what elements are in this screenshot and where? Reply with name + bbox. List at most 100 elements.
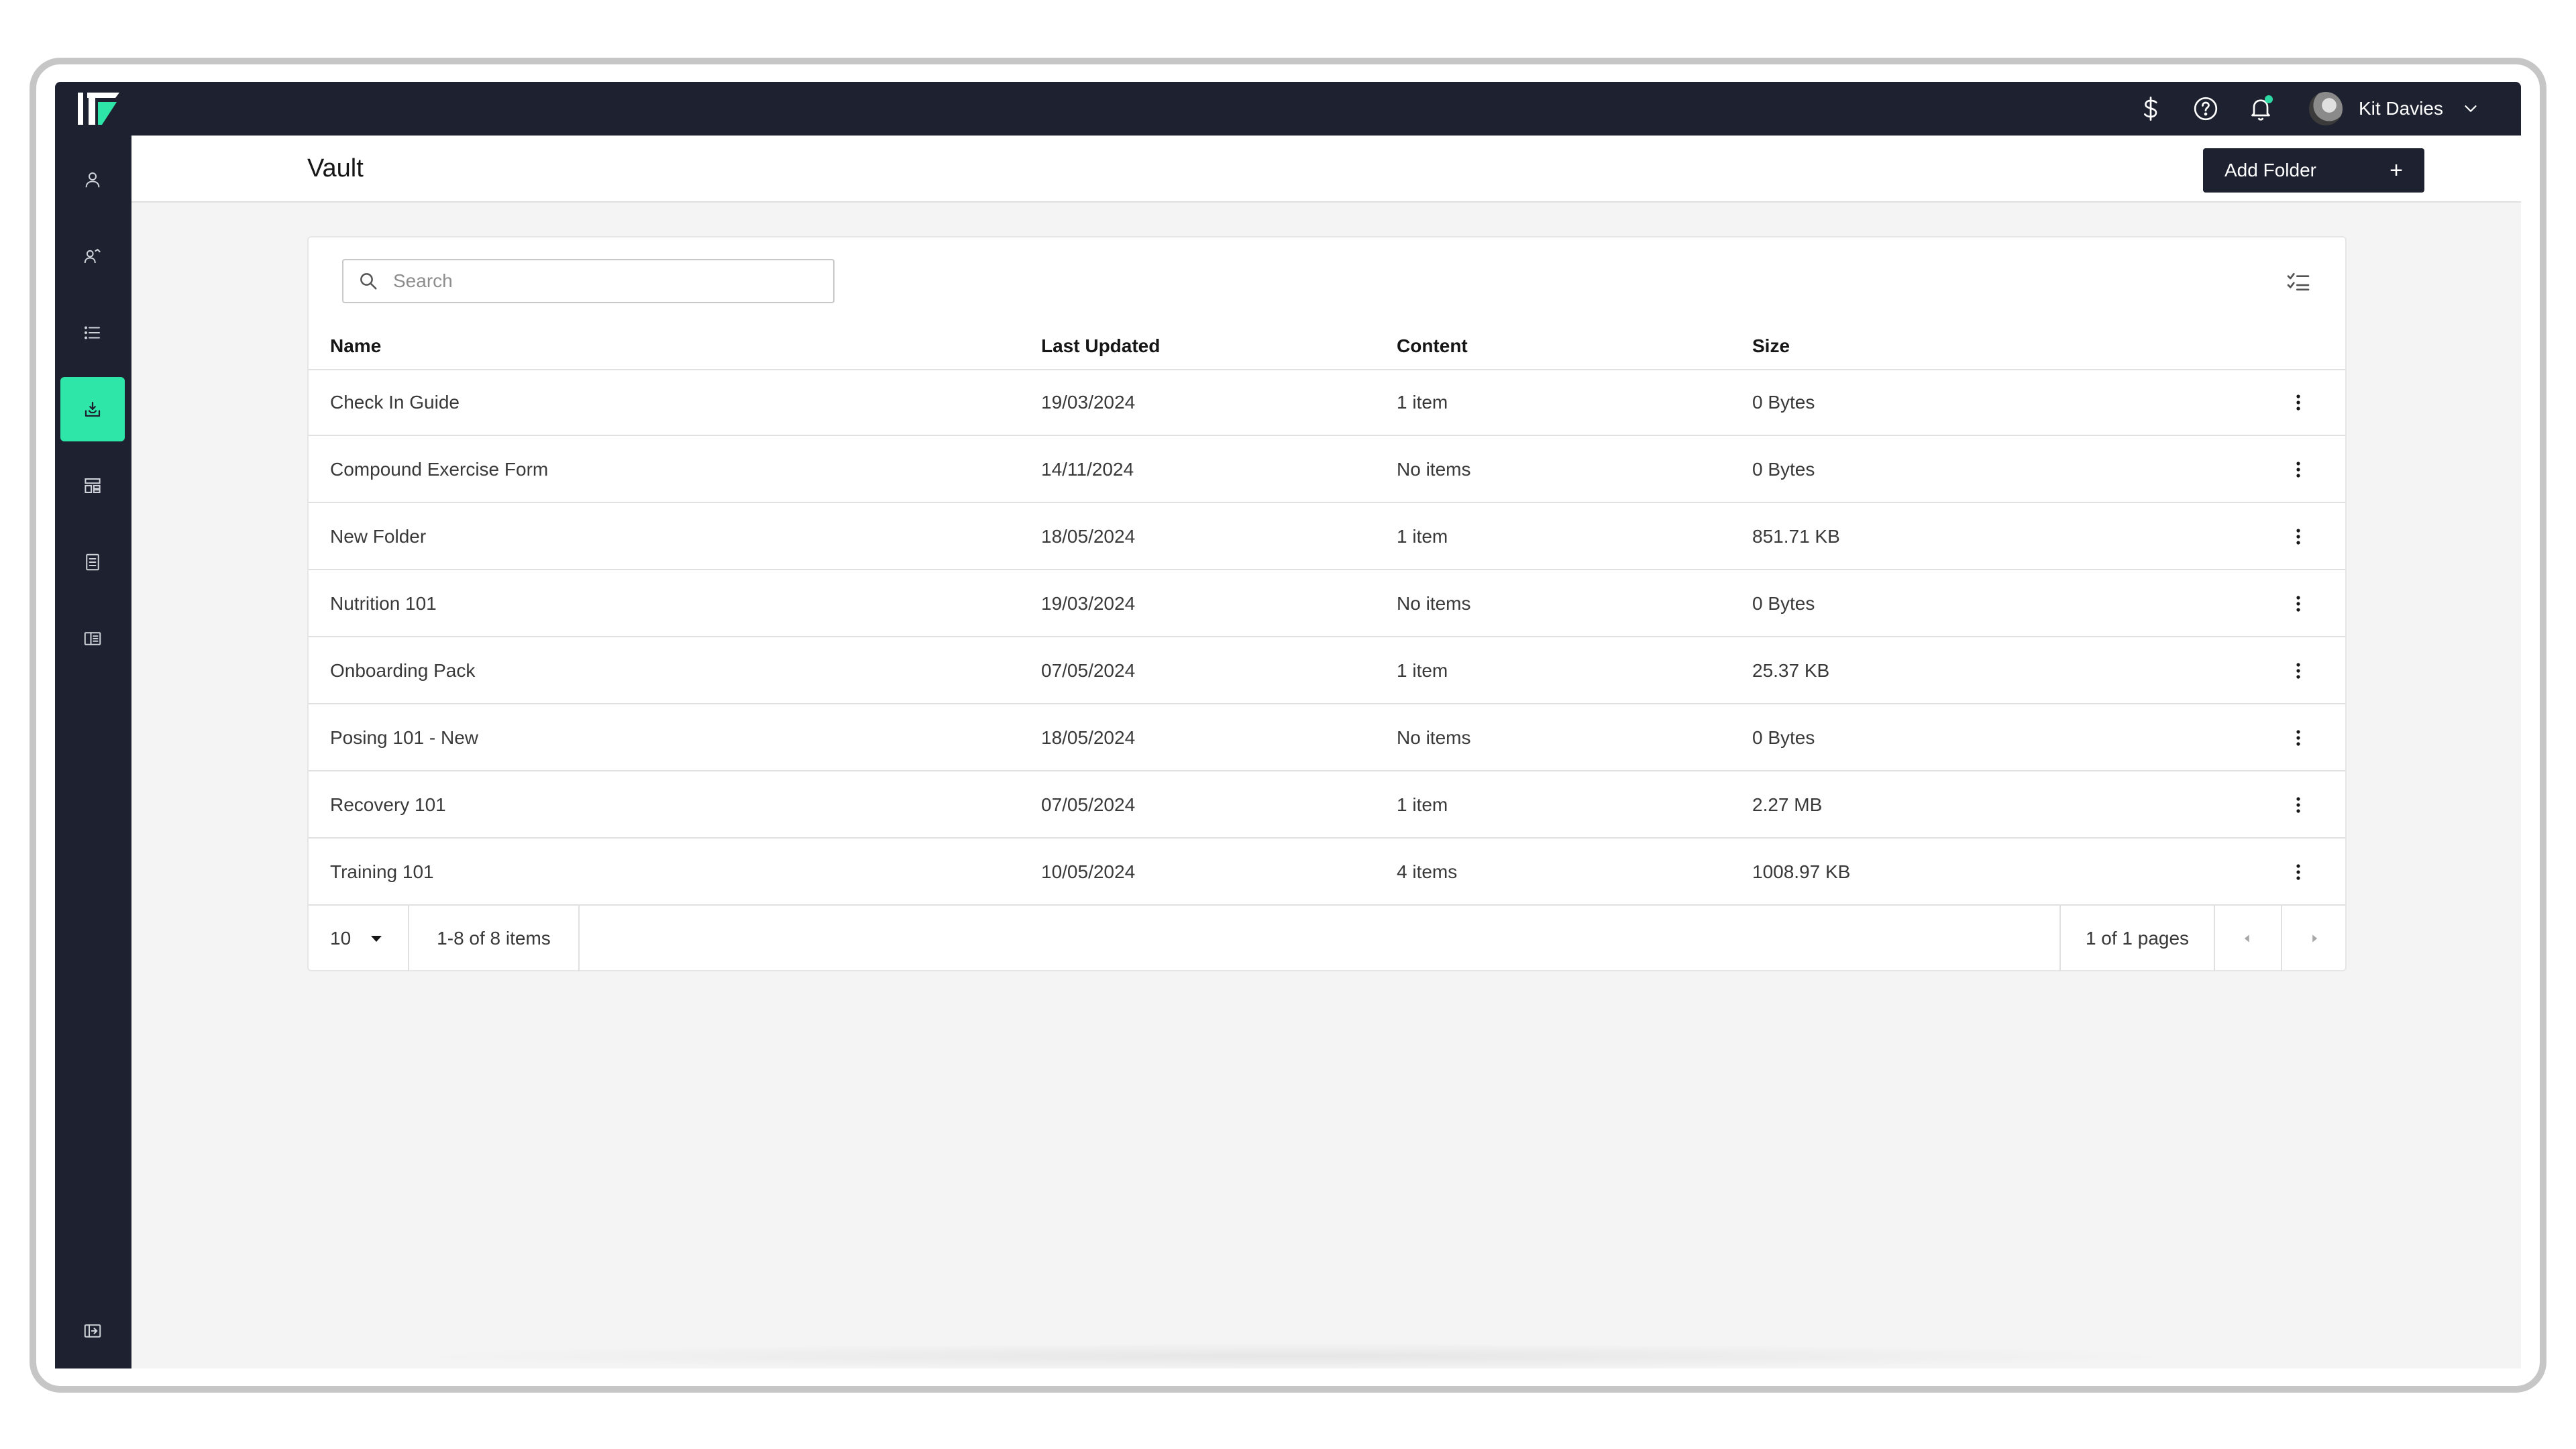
sidebar-item-library[interactable] bbox=[60, 606, 125, 671]
sidebar-item-documents[interactable] bbox=[60, 530, 125, 594]
previous-page-button[interactable] bbox=[2214, 906, 2279, 971]
page-size-select[interactable]: 10 bbox=[309, 906, 409, 971]
list-icon bbox=[85, 326, 100, 339]
last-updated: 07/05/2024 bbox=[1041, 660, 1136, 681]
row-overflow-menu-button[interactable] bbox=[2285, 456, 2312, 483]
caret-down-icon bbox=[371, 935, 382, 942]
columns-icon bbox=[84, 632, 101, 645]
overflow-menu-icon bbox=[2296, 864, 2300, 880]
folder-name: Posing 101 - New bbox=[330, 727, 479, 748]
app-logo[interactable] bbox=[75, 89, 122, 129]
page-header: Vault Add Folder + bbox=[131, 136, 2521, 203]
content-count: 1 item bbox=[1397, 794, 1448, 815]
table-row[interactable]: Onboarding Pack 07/05/2024 1 item 25.37 KB bbox=[309, 639, 2345, 704]
content-count: No items bbox=[1397, 593, 1471, 614]
content-count: 1 item bbox=[1397, 526, 1448, 547]
content-count: No items bbox=[1397, 727, 1471, 748]
user-menu[interactable]: Kit Davies bbox=[2308, 92, 2481, 125]
table-row[interactable]: Training 101 10/05/2024 4 items 1008.97 KB bbox=[309, 840, 2345, 906]
row-overflow-menu-button[interactable] bbox=[2285, 590, 2312, 617]
table-row[interactable]: Posing 101 - New 18/05/2024 No items 0 Byte… bbox=[309, 706, 2345, 771]
content-count: 1 item bbox=[1397, 660, 1448, 681]
row-overflow-menu-button[interactable] bbox=[2285, 859, 2312, 885]
table-row[interactable]: Check In Guide 19/03/2024 1 item 0 Bytes bbox=[309, 370, 2345, 436]
column-header-last-updated[interactable]: Last Updated bbox=[1041, 335, 1160, 357]
clients-icon bbox=[84, 248, 101, 264]
item-range: 1-8 of 8 items bbox=[409, 906, 580, 971]
collapse-icon bbox=[84, 1324, 101, 1338]
document-icon bbox=[86, 553, 99, 571]
row-overflow-menu-button[interactable] bbox=[2285, 389, 2312, 416]
top-bar-actions: Kit Davies bbox=[2112, 82, 2481, 136]
folder-name: Onboarding Pack bbox=[330, 660, 476, 681]
sidebar-item-dashboard[interactable] bbox=[60, 453, 125, 518]
sidebar-item-profile[interactable] bbox=[60, 148, 125, 212]
table-row[interactable]: Recovery 101 07/05/2024 1 item 2.27 MB bbox=[309, 773, 2345, 839]
folder-size: 25.37 KB bbox=[1752, 660, 1830, 681]
column-header-size[interactable]: Size bbox=[1752, 335, 1790, 357]
folder-size: 2.27 MB bbox=[1752, 794, 1823, 815]
notification-dot bbox=[2264, 95, 2273, 103]
folder-name: Check In Guide bbox=[330, 392, 460, 413]
vault-table-card: Name Last Updated Content Size Check In … bbox=[307, 236, 2347, 971]
page-title: Vault bbox=[307, 154, 364, 182]
plus-icon: + bbox=[2390, 158, 2403, 183]
dollar-icon[interactable] bbox=[2135, 93, 2167, 125]
dashboard-icon bbox=[85, 478, 101, 493]
help-icon[interactable] bbox=[2190, 93, 2222, 125]
table-row[interactable]: New Folder 18/05/2024 1 item 851.71 KB bbox=[309, 504, 2345, 570]
page-size-value: 10 bbox=[330, 928, 352, 949]
folder-name: Nutrition 101 bbox=[330, 593, 437, 614]
user-icon bbox=[85, 172, 100, 188]
pagination: 10 1-8 of 8 items 1 of 1 pages bbox=[309, 906, 2345, 971]
caret-right-icon bbox=[2312, 934, 2318, 943]
sidebar-item-list[interactable] bbox=[60, 301, 125, 365]
column-settings-icon[interactable] bbox=[2285, 268, 2312, 295]
caret-left-icon bbox=[2244, 934, 2249, 943]
add-folder-button[interactable]: Add Folder + bbox=[2203, 148, 2424, 193]
next-page-button[interactable] bbox=[2281, 906, 2347, 971]
overflow-menu-icon bbox=[2296, 529, 2300, 545]
bell-icon[interactable] bbox=[2245, 93, 2277, 125]
overflow-menu-icon bbox=[2296, 797, 2300, 813]
overflow-menu-icon bbox=[2296, 596, 2300, 612]
search-input[interactable] bbox=[393, 270, 796, 292]
chevron-down-icon bbox=[2465, 105, 2477, 112]
row-overflow-menu-button[interactable] bbox=[2285, 523, 2312, 550]
table-header: Name Last Updated Content Size bbox=[309, 323, 2345, 370]
avatar bbox=[2308, 92, 2343, 125]
overflow-menu-icon bbox=[2296, 462, 2300, 478]
folder-size: 0 Bytes bbox=[1752, 727, 1815, 748]
column-header-content[interactable]: Content bbox=[1397, 335, 1468, 357]
last-updated: 07/05/2024 bbox=[1041, 794, 1136, 815]
folder-size: 851.71 KB bbox=[1752, 526, 1840, 547]
sidebar-item-vault[interactable] bbox=[60, 377, 125, 441]
sidebar-collapse-button[interactable] bbox=[60, 1299, 125, 1363]
table-row[interactable]: Nutrition 101 19/03/2024 No items 0 Bytes bbox=[309, 572, 2345, 637]
page-count: 1 of 1 pages bbox=[2059, 906, 2214, 971]
row-overflow-menu-button[interactable] bbox=[2285, 657, 2312, 684]
last-updated: 14/11/2024 bbox=[1041, 459, 1134, 480]
column-header-name[interactable]: Name bbox=[330, 335, 381, 357]
content-count: No items bbox=[1397, 459, 1471, 480]
folder-size: 1008.97 KB bbox=[1752, 861, 1851, 882]
sidebar-item-clients[interactable] bbox=[60, 224, 125, 288]
vault-icon bbox=[85, 401, 101, 417]
last-updated: 19/03/2024 bbox=[1041, 392, 1136, 413]
folder-name: Training 101 bbox=[330, 861, 434, 882]
row-overflow-menu-button[interactable] bbox=[2285, 724, 2312, 751]
overflow-menu-icon bbox=[2296, 730, 2300, 746]
bottom-shadow bbox=[390, 1343, 2202, 1368]
overflow-menu-icon bbox=[2296, 663, 2300, 679]
side-nav bbox=[55, 136, 131, 1368]
add-folder-label: Add Folder bbox=[2224, 160, 2316, 180]
user-name: Kit Davies bbox=[2358, 98, 2443, 119]
last-updated: 18/05/2024 bbox=[1041, 526, 1136, 547]
row-overflow-menu-button[interactable] bbox=[2285, 792, 2312, 818]
overflow-menu-icon bbox=[2296, 394, 2300, 411]
table-row[interactable]: Compound Exercise Form 14/11/2024 No items… bbox=[309, 437, 2345, 503]
last-updated: 10/05/2024 bbox=[1041, 861, 1136, 882]
content-count: 1 item bbox=[1397, 392, 1448, 413]
folder-size: 0 Bytes bbox=[1752, 392, 1815, 413]
last-updated: 18/05/2024 bbox=[1041, 727, 1136, 748]
